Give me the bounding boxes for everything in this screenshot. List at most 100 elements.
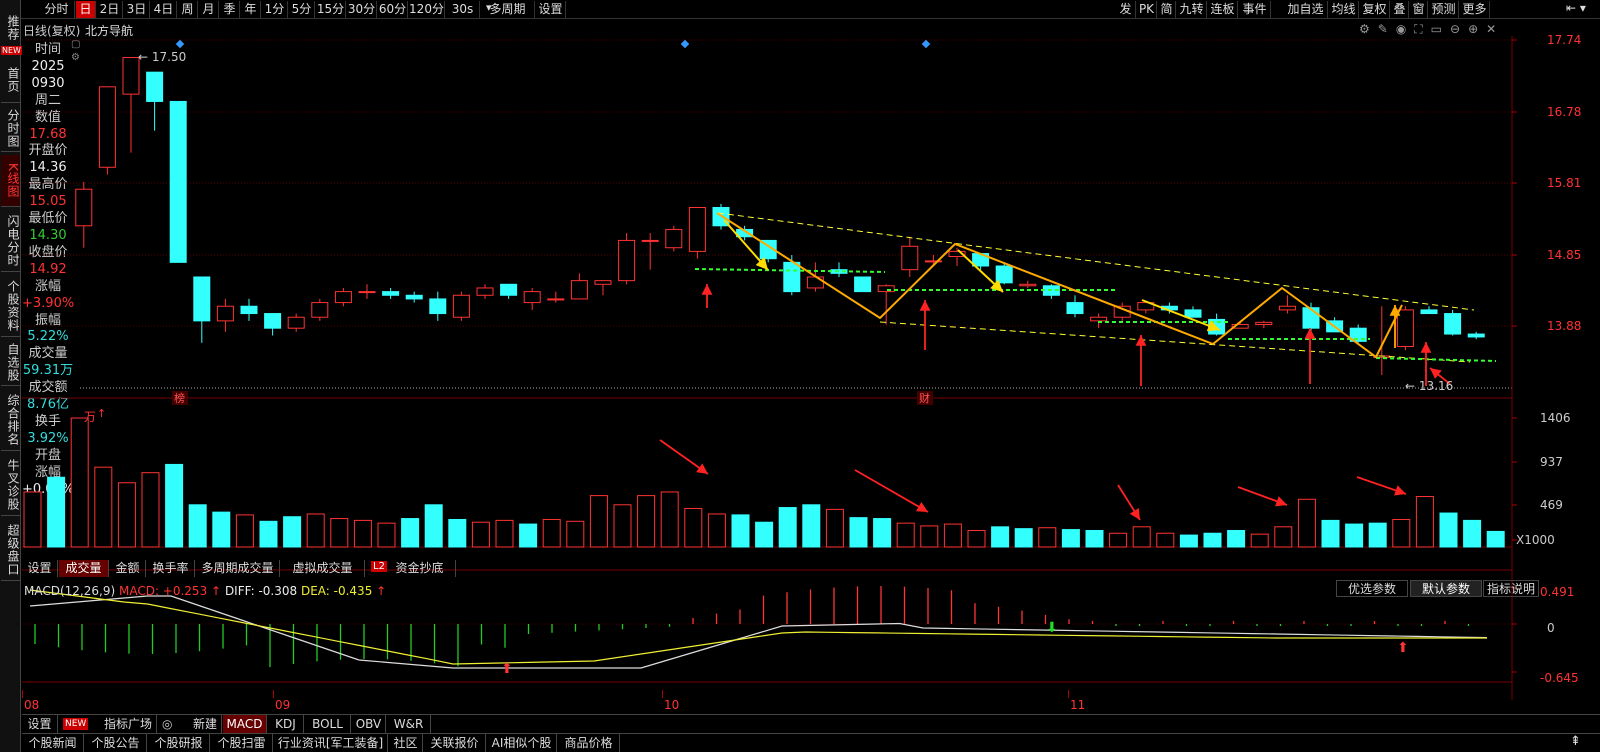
candle — [1444, 309, 1462, 336]
news-tab-3[interactable]: 个股扫雷 — [211, 734, 273, 752]
indicator-tab-4[interactable]: KDJ — [268, 715, 304, 733]
new-badge: NEW — [63, 718, 89, 730]
candle-body — [98, 86, 116, 168]
candle-body — [1396, 309, 1414, 347]
indicator-tabs: 设置 指标广场 新建 MACD KDJ BOLL OBV W&R NEW ◎ — [22, 714, 1600, 733]
macd-button-2[interactable]: 指标说明 — [1483, 580, 1539, 597]
candle-body — [877, 285, 895, 293]
candle-body — [570, 280, 588, 300]
candle — [75, 181, 93, 248]
indicator-tab-7[interactable]: W&R — [387, 715, 431, 733]
news-tab-0[interactable]: 个股新闻 — [22, 734, 84, 752]
news-tab-6[interactable]: 关联报价 — [424, 734, 486, 752]
news-tab-4[interactable]: 行业资讯[军工装备] — [274, 734, 388, 752]
news-tab-7[interactable]: AI相似个股 — [487, 734, 557, 752]
event-marker-icon — [175, 39, 185, 49]
candle-body — [311, 302, 329, 318]
volume-bar — [802, 504, 821, 548]
candle — [405, 291, 423, 303]
candle-body — [382, 291, 400, 296]
candle — [122, 57, 140, 153]
price-axis-label: 13.88 — [1547, 319, 1582, 333]
candle-body — [75, 188, 93, 227]
indicator-tab-6[interactable]: OBV — [352, 715, 386, 733]
candle-body — [287, 316, 305, 329]
volume-tab-2[interactable]: 金额 — [110, 560, 146, 577]
volume-bar — [47, 476, 66, 548]
volume-bar — [1109, 532, 1128, 548]
volume-arrow — [854, 469, 929, 513]
candle-body — [264, 313, 282, 329]
candle-body — [500, 283, 518, 296]
volume-bar — [755, 521, 774, 548]
indicator-tab-3[interactable]: MACD — [223, 715, 267, 733]
candle — [1467, 331, 1485, 340]
candle — [1066, 295, 1084, 318]
volume-axis-label: 469 — [1540, 498, 1563, 512]
candle — [641, 233, 659, 270]
candle-body — [783, 261, 801, 293]
candles — [75, 57, 1485, 375]
volume-tab-4[interactable]: 多周期成交量 — [196, 560, 280, 577]
candle-body — [995, 265, 1013, 284]
candle — [1302, 302, 1320, 332]
candle-body — [1255, 321, 1273, 326]
macd-button-0[interactable]: 优选参数 — [1336, 580, 1408, 597]
volume-bar — [1085, 529, 1104, 548]
candle-body — [452, 294, 470, 318]
support-line — [1375, 357, 1497, 362]
volume-bar — [1014, 528, 1033, 548]
volume-bar — [991, 526, 1010, 548]
event-marker-icon — [680, 39, 690, 49]
news-tab-2[interactable]: 个股研报 — [148, 734, 210, 752]
candle-body — [1444, 313, 1462, 335]
date-label: 09 — [275, 698, 291, 712]
candle — [1396, 306, 1414, 351]
volume-bar — [896, 522, 915, 548]
macd-button-1[interactable]: 默认参数 — [1410, 580, 1482, 597]
volume-bar — [1368, 522, 1387, 548]
candle-body — [1090, 316, 1108, 322]
candle — [146, 71, 164, 131]
candle — [1208, 313, 1226, 336]
volume-tab-6[interactable]: 资金抄底 — [384, 560, 456, 577]
candle-body — [146, 71, 164, 102]
indicator-tab-0[interactable]: 设置 — [22, 715, 58, 733]
volume-tab-5[interactable]: 虚拟成交量 — [281, 560, 365, 577]
diff-line — [29, 595, 1488, 669]
date-label: 11 — [1070, 698, 1086, 712]
candle-body — [1420, 309, 1438, 315]
volume-bar — [424, 504, 443, 548]
volume-tab-3[interactable]: 换手率 — [147, 560, 195, 577]
candle — [547, 291, 565, 303]
candle-body — [547, 298, 565, 301]
kline-chart[interactable]: ⬇ ⬆ ⬆ ← 17.50 ← 13.16 榜 财 ▢ ⚙ — [0, 0, 1600, 752]
news-tab-8[interactable]: 商品价格 — [558, 734, 620, 752]
candle — [594, 280, 612, 296]
dea-up-icon: ↑ — [376, 584, 387, 598]
price-grid — [22, 39, 1512, 327]
candle — [1420, 306, 1438, 315]
news-tabs: 个股新闻 个股公告 个股研报 个股扫雷 行业资讯[军工装备] 社区 关联报价 AI相似个股 商品… — [22, 733, 1600, 752]
news-tab-5[interactable]: 社区 — [389, 734, 423, 752]
volume-axis-label: 1406 — [1540, 411, 1571, 425]
volume-bar — [1179, 534, 1198, 548]
candle — [358, 284, 376, 299]
candle — [1255, 320, 1273, 329]
volume-tab-1[interactable]: 成交量 — [59, 560, 109, 577]
candle-body — [854, 276, 872, 293]
candle-body — [216, 305, 234, 322]
volume-bar — [1061, 529, 1080, 548]
expand-up-icon[interactable]: ⇞ — [1570, 734, 1581, 749]
volume-tab-0[interactable]: 设置 — [22, 560, 58, 577]
price-axis-label: 16.78 — [1547, 105, 1582, 119]
candle — [382, 287, 400, 299]
candle — [500, 283, 518, 299]
news-tab-1[interactable]: 个股公告 — [85, 734, 147, 752]
channel-upper — [717, 212, 1475, 311]
volume-bar — [401, 518, 420, 548]
volume-unit-arrow-icon: ↑ — [97, 407, 107, 420]
candle — [1184, 306, 1202, 318]
indicator-tab-5[interactable]: BOLL — [305, 715, 351, 733]
volume-bar — [589, 495, 608, 548]
